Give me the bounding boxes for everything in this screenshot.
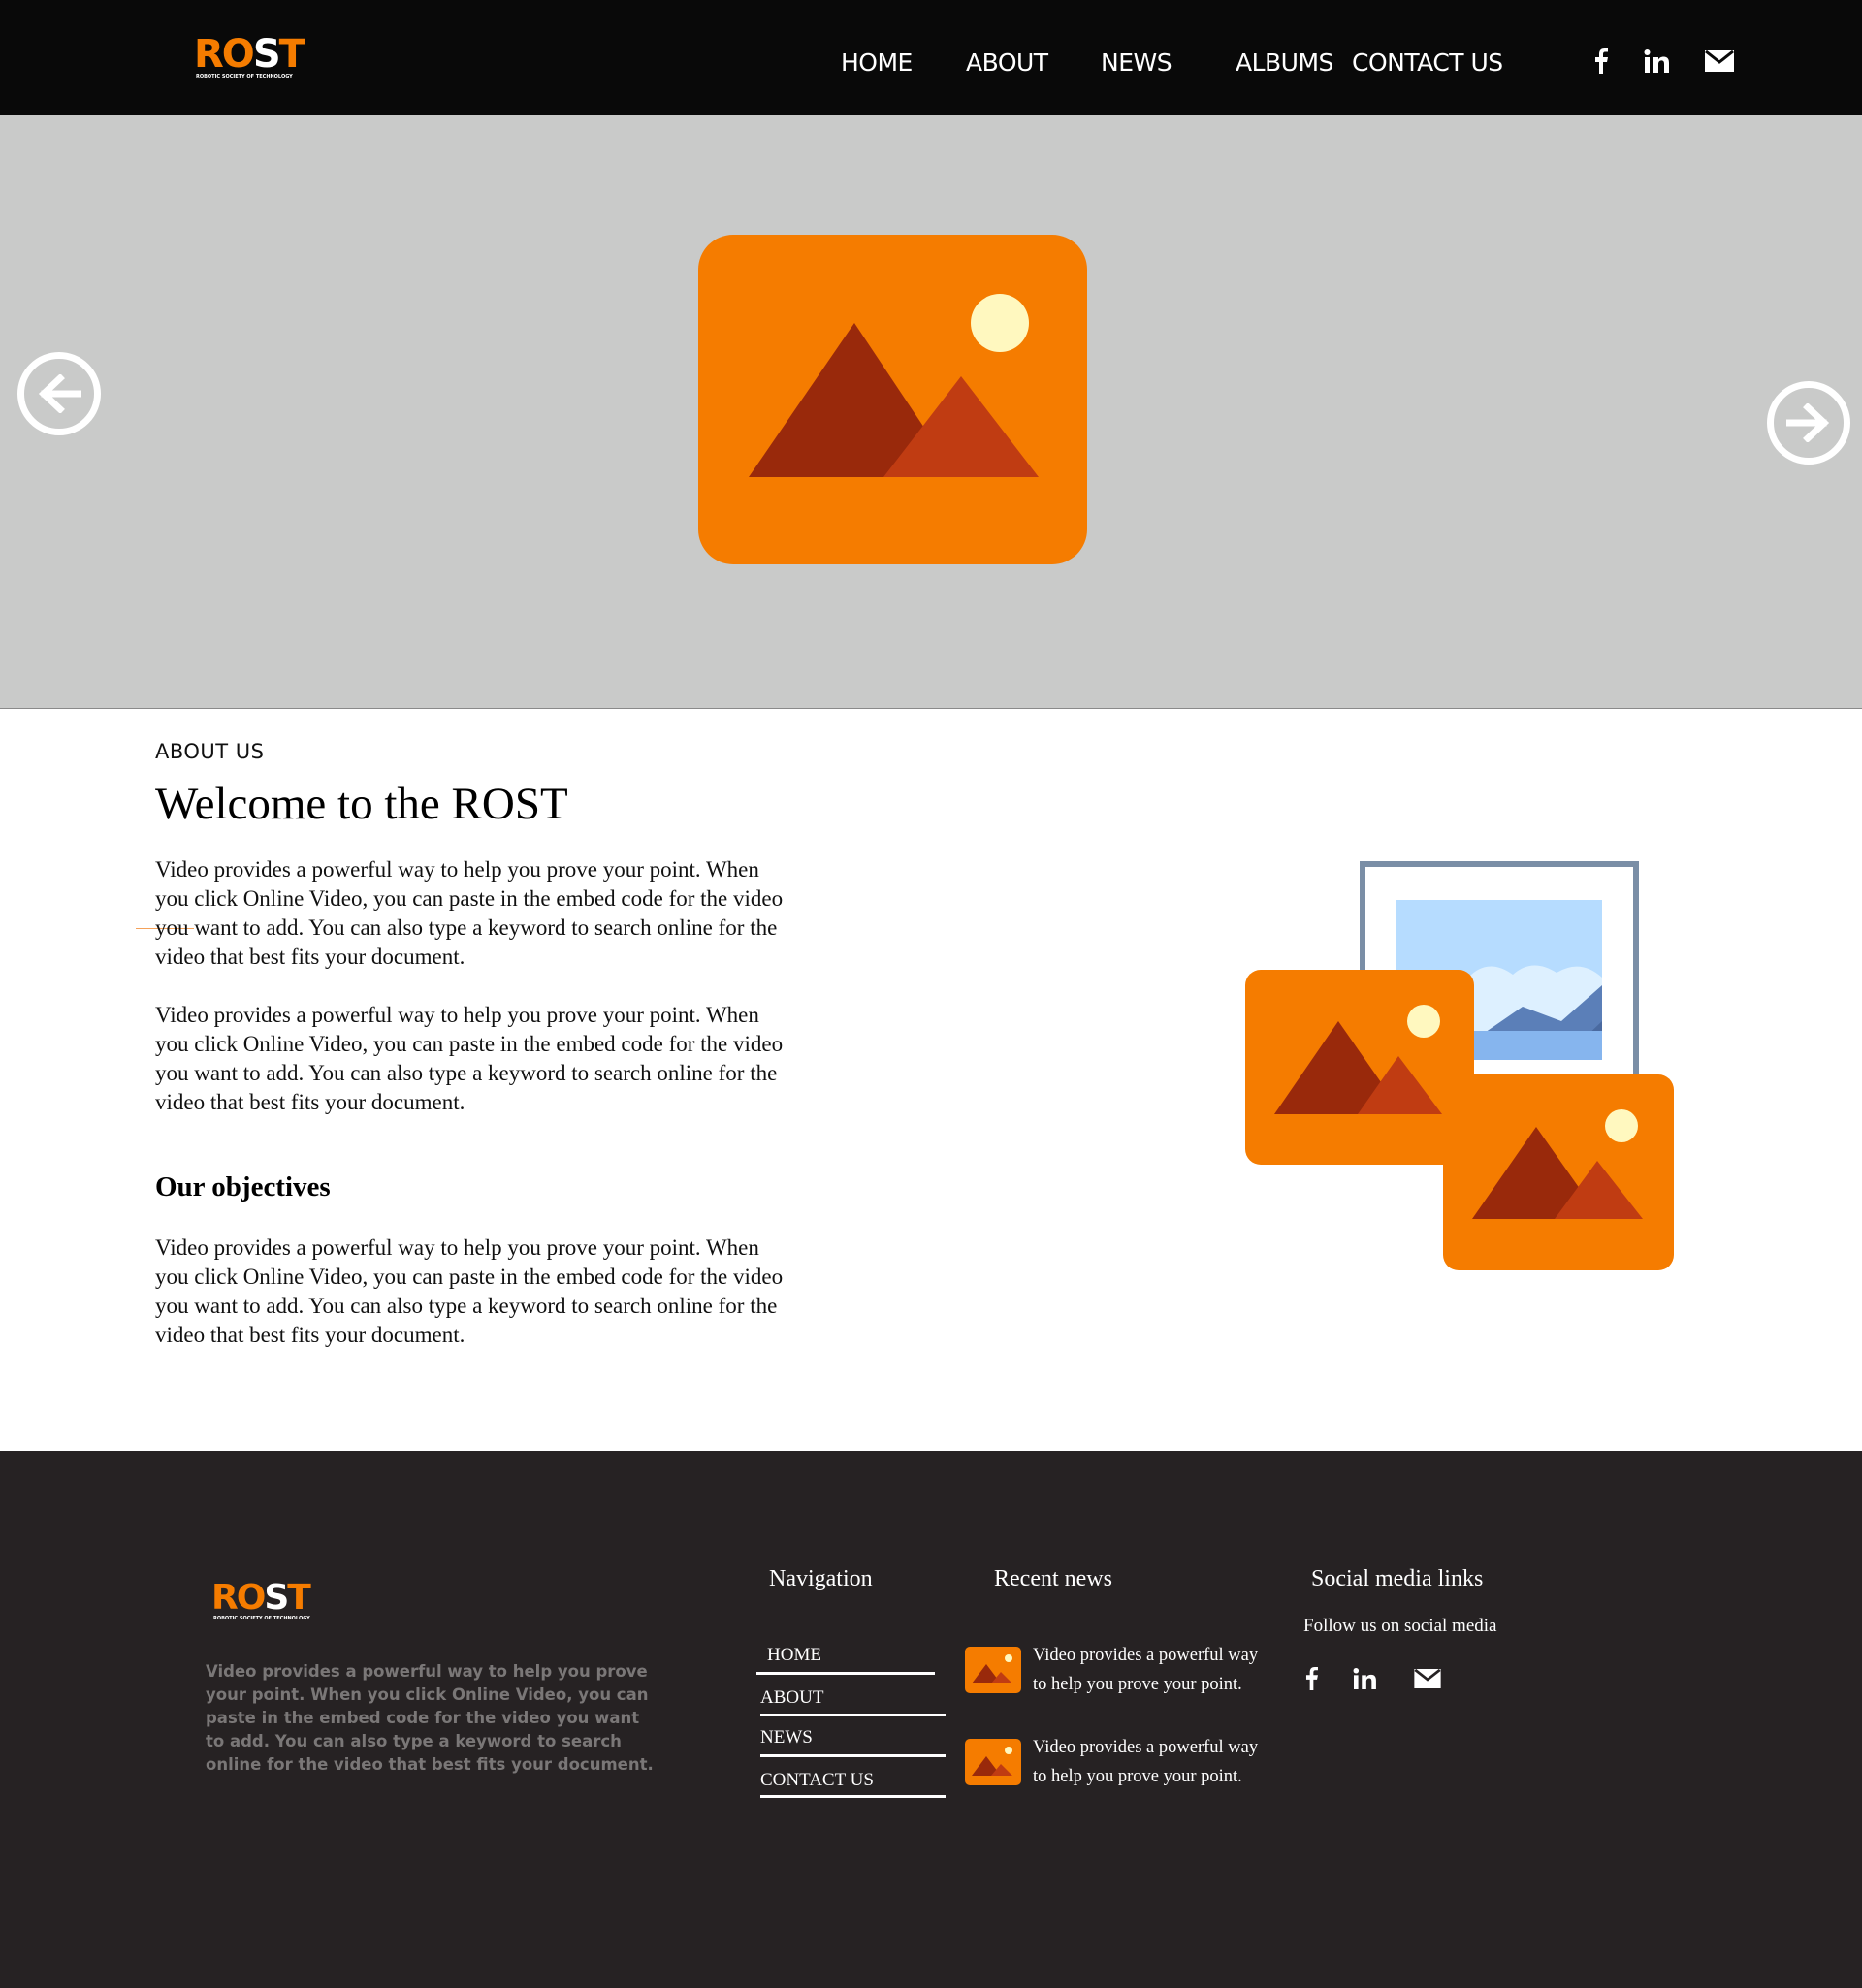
logo-tagline: ROBOTIC SOCIETY OF TECHNOLOGY [196,74,293,80]
nav-albums[interactable]: ALBUMS [1236,48,1333,77]
footer-logo-wordmark: ROST [211,1578,311,1618]
facebook-icon[interactable] [1588,46,1615,77]
footer-nav-news[interactable]: NEWS [760,1727,813,1748]
gallery-illustration [1245,861,1674,1270]
objectives-paragraph: Video provides a powerful way to help yo… [155,1235,784,1347]
footer-nav-divider [760,1795,946,1798]
news-text: Video provides a powerful way to help yo… [1033,1738,1259,1786]
nav-about[interactable]: ABOUT [966,48,1048,77]
linkedin-icon[interactable] [1642,46,1671,77]
footer-nav-divider [760,1754,946,1757]
about-paragraph-1: Video provides a powerful way to help yo… [155,857,784,969]
about-eyebrow: ABOUT US [155,740,265,763]
footer-nav-about[interactable]: ABOUT [760,1687,823,1709]
footer-nav-divider [760,1714,946,1716]
footer-news-heading: Recent news [994,1566,1112,1591]
about-paragraph-2: Video provides a powerful way to help yo… [155,1003,784,1114]
logo-wordmark: ROST [194,32,305,77]
footer-logo[interactable]: ROST ROBOTIC SOCIETY OF TECHNOLOGY [211,1581,328,1625]
nav-contact[interactable]: CONTACT US [1352,48,1503,77]
header-logo[interactable]: ROST ROBOTIC SOCIETY OF TECHNOLOGY [194,35,310,83]
footer-logo-tagline: ROBOTIC SOCIETY OF TECHNOLOGY [213,1616,310,1621]
facebook-icon[interactable] [1300,1664,1323,1693]
mail-icon[interactable] [1412,1664,1443,1693]
mail-icon[interactable] [1703,46,1736,77]
arrow-left-circle-icon[interactable] [17,352,101,435]
footer-social-heading: Social media links [1311,1566,1484,1591]
footer-description: Video provides a powerful way to help yo… [206,1662,654,1774]
nav-news[interactable]: NEWS [1101,48,1172,77]
site-header: ROST ROBOTIC SOCIETY OF TECHNOLOGY HOME … [0,0,1862,115]
footer-nav-divider [756,1672,935,1675]
news-thumbnail-icon [965,1647,1021,1693]
footer-nav-home[interactable]: HOME [767,1645,821,1666]
news-text: Video provides a powerful way to help yo… [1033,1646,1259,1694]
footer-nav-contact[interactable]: CONTACT US [760,1770,874,1791]
arrow-right-circle-icon[interactable] [1767,381,1850,465]
image-placeholder-icon [698,235,1087,564]
hero-slider [0,115,1862,709]
linkedin-icon[interactable] [1350,1664,1379,1693]
footer-follow-text: Follow us on social media [1303,1616,1497,1636]
about-title: Welcome to the ROST [155,779,568,829]
objectives-title: Our objectives [155,1171,331,1202]
nav-home[interactable]: HOME [841,48,913,77]
footer-navigation-heading: Navigation [769,1566,873,1591]
news-thumbnail-icon [965,1739,1021,1785]
